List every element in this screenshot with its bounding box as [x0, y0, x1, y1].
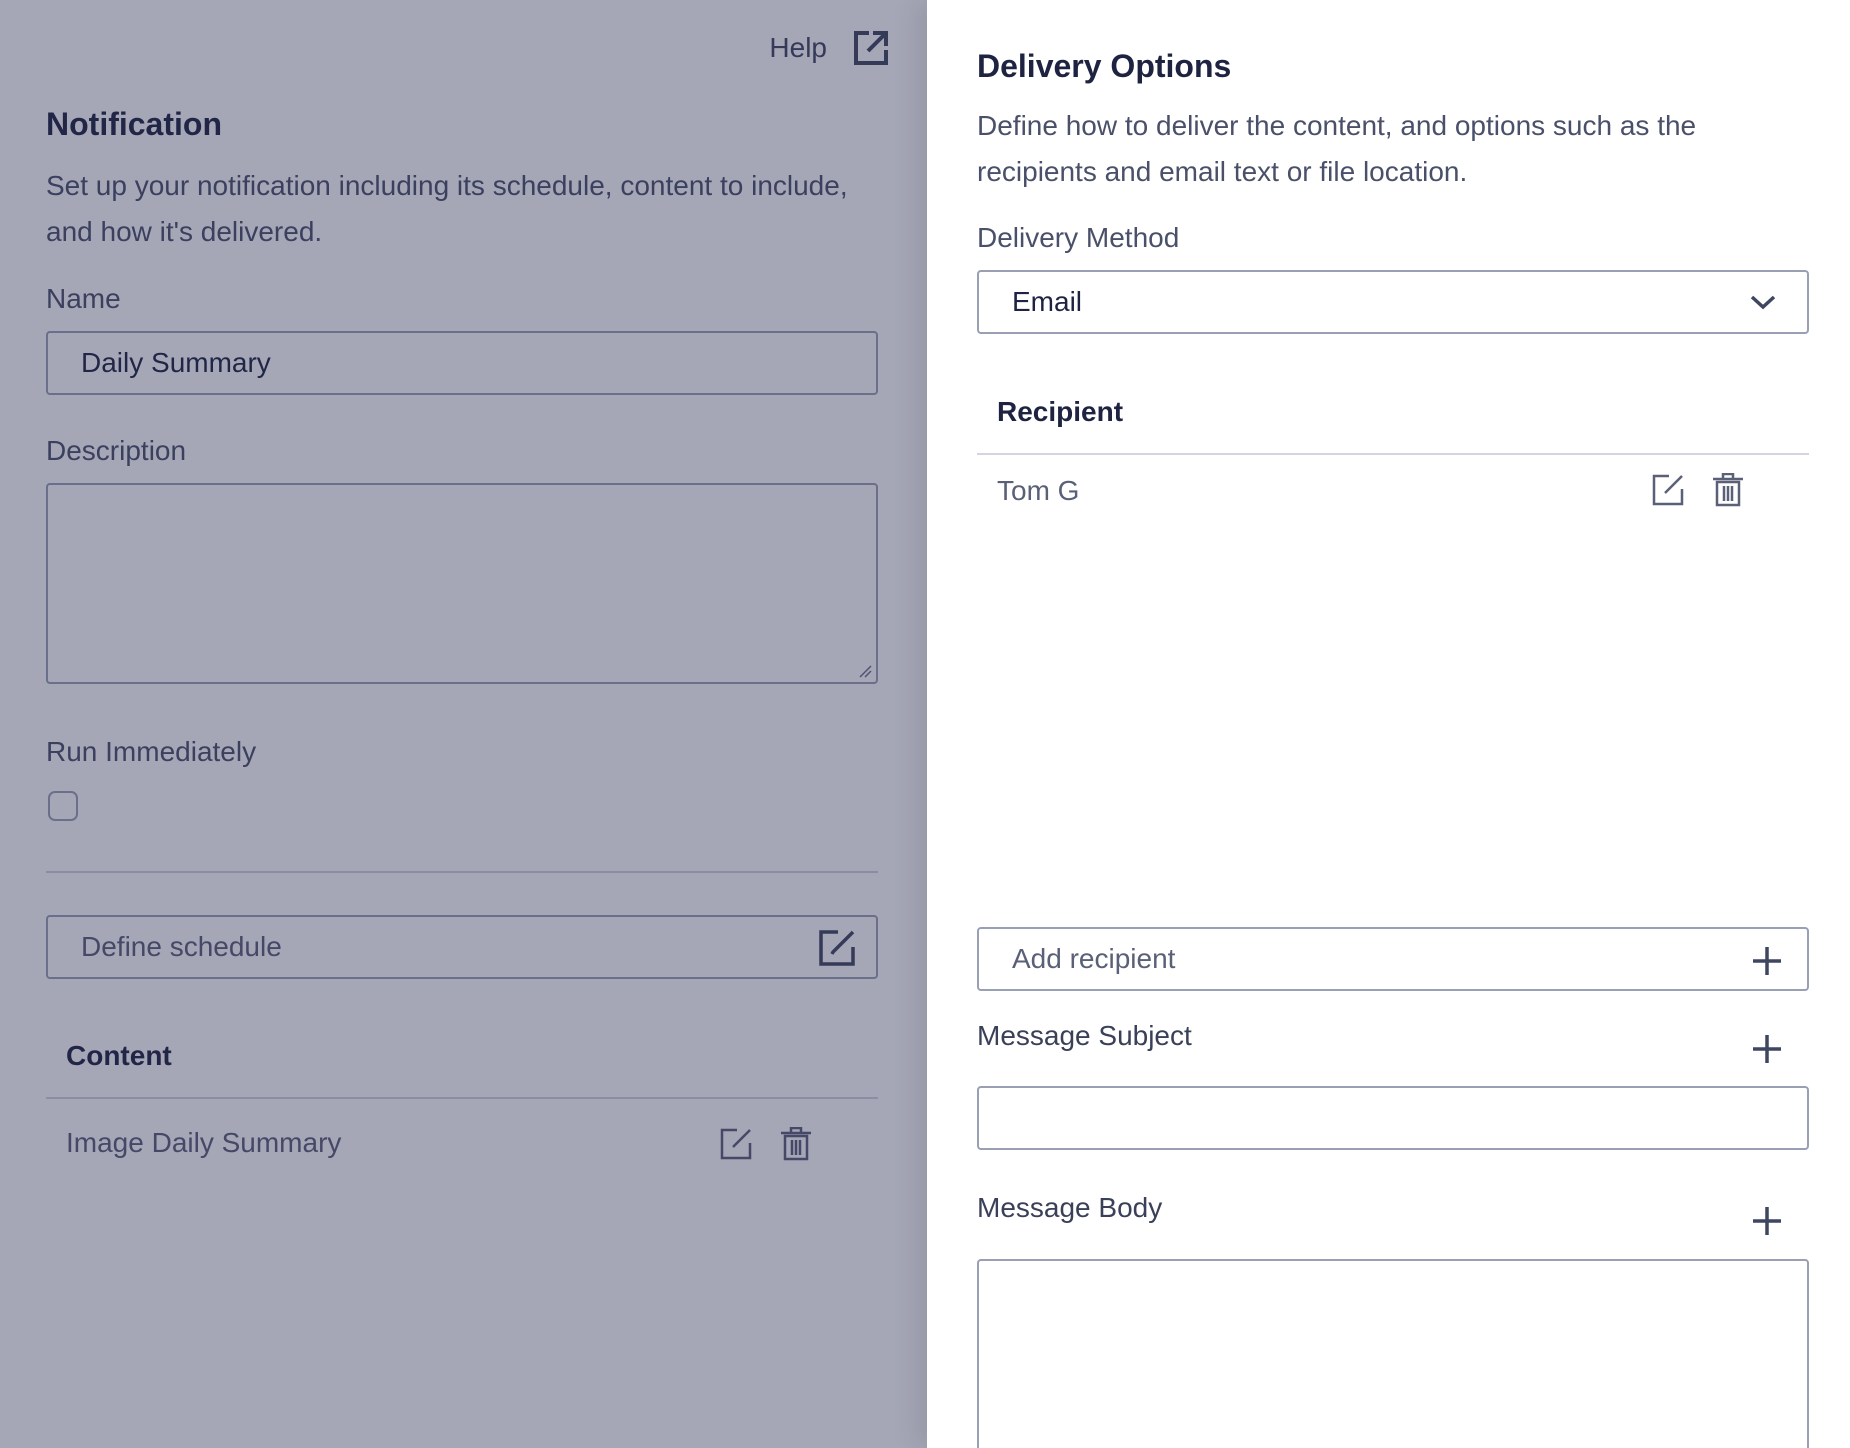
run-immediately-checkbox[interactable]	[48, 791, 78, 821]
trash-icon[interactable]	[1712, 473, 1744, 507]
delivery-options-panel: Delivery Options Define how to deliver t…	[927, 0, 1850, 1448]
help-link[interactable]: Help	[769, 28, 891, 68]
run-immediately-label: Run Immediately	[46, 736, 257, 767]
delivery-description: Define how to deliver the content, and o…	[977, 110, 1697, 187]
message-subject-label: Message Subject	[977, 1020, 1192, 1051]
content-header: Content	[66, 1040, 172, 1071]
message-body-label: Message Body	[977, 1192, 1163, 1223]
define-schedule-placeholder: Define schedule	[81, 931, 282, 962]
edit-icon[interactable]	[1652, 474, 1684, 506]
content-divider	[46, 1097, 878, 1099]
message-subject-input[interactable]	[977, 1086, 1809, 1150]
add-recipient-field[interactable]: Add recipient	[977, 927, 1809, 991]
notification-title: Notification	[46, 106, 222, 142]
edit-icon[interactable]	[720, 1128, 752, 1160]
recipient-label: Tom G	[997, 475, 1080, 506]
recipient-divider	[977, 453, 1809, 455]
edit-icon[interactable]	[818, 929, 856, 967]
plus-icon[interactable]	[1751, 1205, 1783, 1237]
recipient-header: Recipient	[997, 396, 1124, 427]
plus-icon[interactable]	[1751, 1033, 1783, 1065]
delivery-method-value: Email	[1012, 286, 1083, 317]
delivery-method-select[interactable]: Email	[977, 270, 1809, 334]
notification-panel: Help Notification Set up your notificati…	[0, 0, 927, 1448]
list-item[interactable]: Tom G	[977, 456, 1809, 528]
external-link-icon	[854, 31, 888, 65]
name-input[interactable]: Daily Summary	[46, 331, 878, 395]
add-recipient-placeholder: Add recipient	[1012, 943, 1176, 974]
section-divider	[46, 871, 878, 873]
trash-icon[interactable]	[780, 1127, 812, 1161]
plus-icon[interactable]	[1751, 945, 1783, 977]
resize-handle-icon[interactable]	[858, 664, 872, 678]
delivery-method-label: Delivery Method	[977, 222, 1180, 253]
content-item-label: Image Daily Summary	[66, 1127, 342, 1158]
notification-description: Set up your notification including its s…	[46, 170, 848, 247]
description-label: Description	[46, 435, 187, 466]
define-schedule-field[interactable]: Define schedule	[46, 915, 878, 979]
delivery-title: Delivery Options	[977, 48, 1232, 84]
chevron-down-icon	[1750, 295, 1776, 310]
name-label: Name	[46, 283, 121, 314]
description-textarea[interactable]	[46, 483, 878, 684]
name-value: Daily Summary	[81, 347, 271, 378]
help-label: Help	[769, 32, 827, 63]
message-body-textarea[interactable]	[977, 1259, 1809, 1448]
list-item[interactable]: Image Daily Summary	[46, 1100, 878, 1188]
